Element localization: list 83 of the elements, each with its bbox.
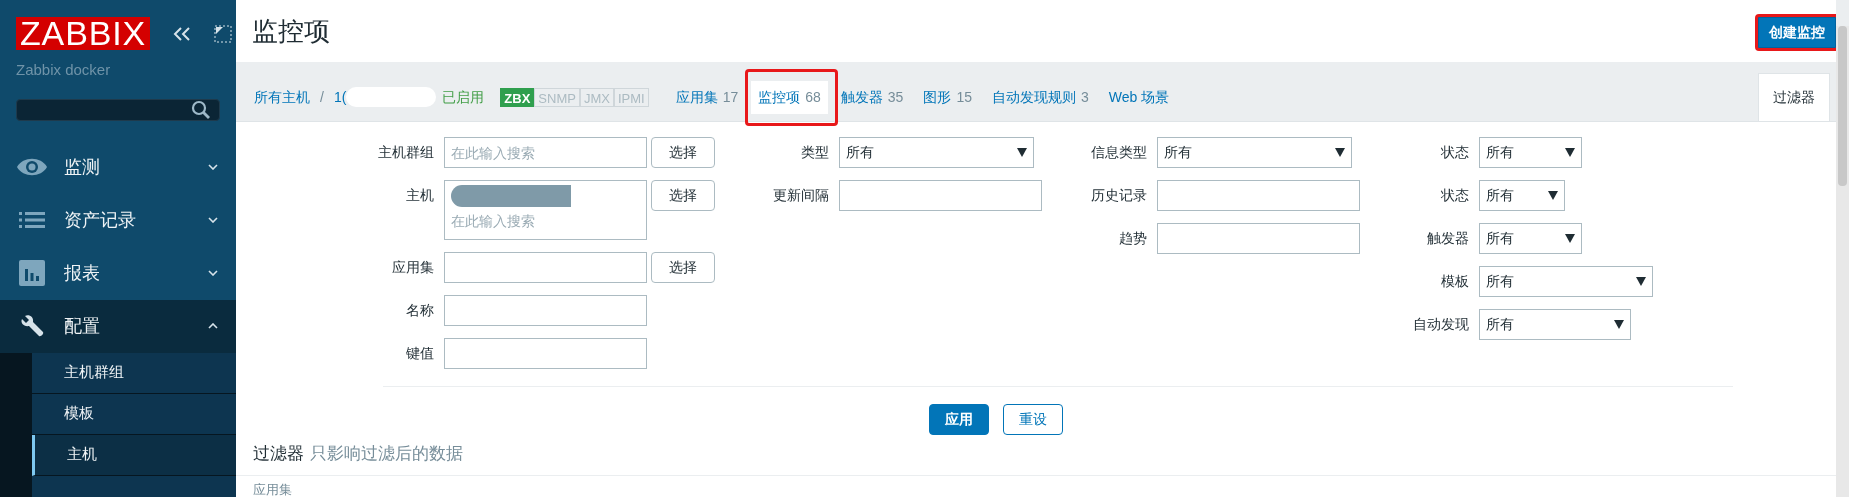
availability-badge: SNMP [534,87,580,107]
field-label: 自动发现 [1412,315,1470,334]
field-label: 状态 [1440,186,1470,205]
server-name: Zabbix docker [15,60,112,80]
dropdown[interactable]: 所有 [1479,180,1565,211]
text-field[interactable] [444,338,647,369]
nav-tab[interactable]: 自动发现规则 3 [984,80,1096,114]
menu-item[interactable]: 资产记录 [0,193,236,247]
placeholder: 在此输入搜索 [451,143,535,163]
dropdown-arrow-icon [1335,148,1345,157]
availability-badge: IPMI [613,87,649,107]
breadcrumb-separator: / [320,87,324,107]
nav-tab[interactable]: 图形 15 [916,80,979,114]
menu-item[interactable]: 报表 [0,246,236,300]
collapse-icon [172,25,193,42]
dropdown-arrow-icon [1548,191,1558,200]
text-field[interactable] [839,180,1042,211]
field-label: 键值 [405,344,435,363]
chevron-up-icon [208,323,218,329]
column-header: 应用集 [252,480,293,497]
nav-tab[interactable]: 应用集 17 [668,80,746,114]
dropdown[interactable]: 所有 [1479,223,1582,254]
submenu-item[interactable]: 模板 [32,393,236,435]
field-label: 更新间隔 [772,186,830,205]
page-title: 监控项 [252,14,330,48]
field-label: 应用集 [391,258,435,277]
search-icon [191,99,211,120]
field-label: 类型 [800,143,830,162]
dropdown-arrow-icon [1614,320,1624,329]
availability-badge: JMX [579,87,614,107]
search-field[interactable] [16,98,220,121]
field-label: 趋势 [1118,229,1148,248]
create-item-button[interactable]: 创建监控 [1758,17,1836,48]
bar-chart-icon [16,260,48,286]
dropdown[interactable]: 所有 [1479,137,1582,168]
field-label: 主机 [405,186,435,205]
dropdown-arrow-icon [1017,148,1027,157]
nav-tab[interactable]: 触发器 35 [833,80,911,114]
nav-tab[interactable]: Web 场景 [1101,80,1177,114]
dropdown-arrow-icon [1565,148,1575,157]
field-label: 触发器 [1426,229,1470,248]
placeholder: 在此输入搜索 [451,212,535,231]
breadcrumb-link[interactable]: 1( [333,86,347,108]
eye-icon [16,156,48,178]
nav-tab[interactable]: 监控项 68 [751,80,828,114]
text-field[interactable] [444,295,647,326]
chevron-down-icon [208,217,218,223]
select-button[interactable]: 选择 [651,137,715,168]
section-title: 过滤器 [253,443,304,465]
select-button[interactable]: 选择 [651,252,715,283]
dropdown[interactable]: 所有 [839,137,1034,168]
text-field[interactable] [1157,180,1360,211]
section-subtitle: 只影响过滤后的数据 [310,443,463,465]
breadcrumb-link[interactable]: 所有主机 [254,86,310,108]
dropdown-arrow-icon [1636,277,1646,286]
field-label: 状态 [1440,143,1470,162]
fullscreen-icon [214,24,233,43]
dropdown[interactable]: 所有 [1479,266,1653,297]
field-label: 模板 [1440,272,1470,291]
field-label: 历史记录 [1090,186,1148,205]
select-button[interactable]: 选择 [651,180,715,211]
list-icon [16,212,48,228]
host-status: 已启用 [442,87,485,107]
filter-tab[interactable]: 过滤器 [1758,73,1830,121]
dropdown[interactable]: 所有 [1479,309,1631,340]
dropdown[interactable]: 所有 [1157,137,1352,168]
text-field[interactable] [444,252,647,283]
text-field[interactable] [1157,223,1360,254]
chevron-down-icon [208,270,218,276]
logo: ZABBIX [16,17,151,50]
field-label: 主机群组 [377,143,435,162]
dropdown-arrow-icon [1565,234,1575,243]
field-label: 名称 [405,301,435,320]
reset-button[interactable]: 重设 [1003,404,1063,435]
submenu-item[interactable]: 主机 [32,434,236,476]
submenu-item[interactable]: 主机群组 [32,352,236,394]
availability-badge: ZBX [500,87,535,107]
chevron-down-icon [208,164,218,170]
field-label: 信息类型 [1090,143,1148,162]
apply-button[interactable]: 应用 [929,404,989,435]
menu-item[interactable]: 配置 [0,299,236,353]
menu-item[interactable]: 监测 [0,140,236,194]
scrollbar[interactable] [1836,26,1849,497]
